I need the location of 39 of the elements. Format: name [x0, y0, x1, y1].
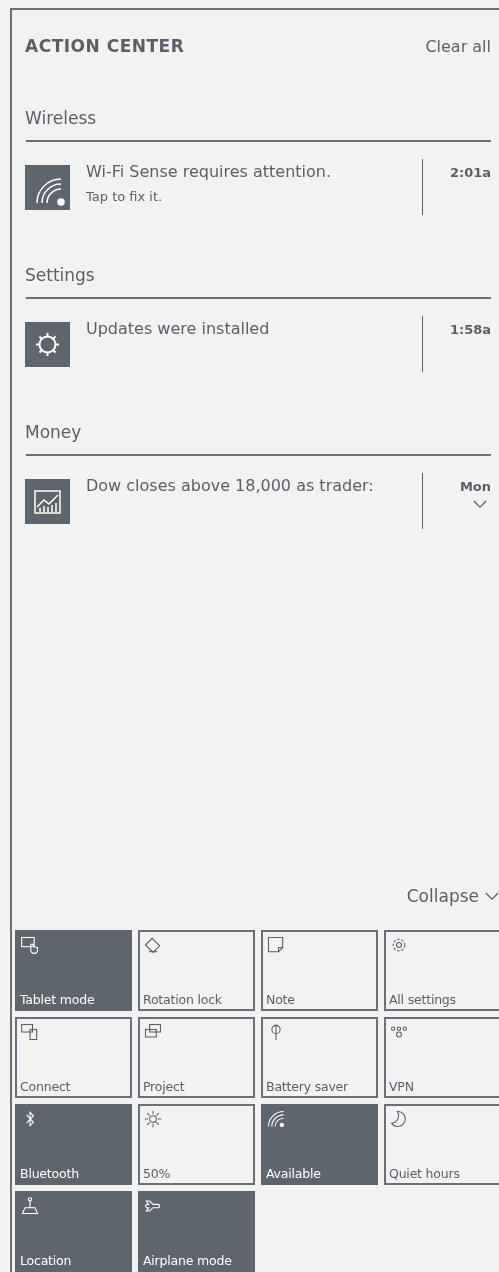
- chevron-down-icon[interactable]: [473, 500, 487, 509]
- location-icon: [20, 1196, 40, 1216]
- quick-action-tile[interactable]: Note: [261, 930, 378, 1011]
- quick-action-tile[interactable]: Available: [261, 1104, 378, 1185]
- notification-time: 2:01a: [449, 165, 491, 180]
- notification-title[interactable]: Dow closes above 18,000 as trader:: [86, 475, 416, 497]
- wifi-icon: [266, 1109, 286, 1129]
- note-icon: [266, 935, 286, 955]
- group-heading: Money: [25, 422, 83, 442]
- clear-all-link[interactable]: Clear all: [425, 37, 491, 56]
- quick-action-tile[interactable]: All settings: [384, 930, 499, 1011]
- moon-icon: [389, 1109, 409, 1129]
- app-gear-icon: [25, 322, 70, 367]
- quick-action-tile[interactable]: Connect: [15, 1017, 132, 1098]
- quick-action-tile[interactable]: 50%: [138, 1104, 255, 1185]
- quick-action-tile[interactable]: Battery saver: [261, 1017, 378, 1098]
- quick-action-tile[interactable]: VPN: [384, 1017, 499, 1098]
- chevron-down-icon: [485, 891, 499, 901]
- collapse-button[interactable]: Collapse: [406, 886, 499, 906]
- tablet-touch-icon: [20, 935, 40, 955]
- notification-title[interactable]: Wi-Fi Sense requires attention.: [86, 161, 416, 183]
- quick-action-tile[interactable]: Tablet mode: [15, 930, 132, 1011]
- quick-action-tile[interactable]: Airplane mode: [138, 1191, 255, 1272]
- group-heading: Settings: [25, 265, 96, 285]
- notification-title[interactable]: Updates were installed: [86, 318, 416, 340]
- app-chart-icon: [25, 479, 70, 524]
- group-heading: Wireless: [25, 108, 98, 128]
- app-wifi-icon: [25, 165, 70, 210]
- notification-body: Tap to fix it.: [86, 189, 164, 204]
- sun-icon: [143, 1109, 163, 1129]
- panel-title: ACTION CENTER: [25, 36, 185, 56]
- quick-action-tile[interactable]: Bluetooth: [15, 1104, 132, 1185]
- quick-action-tile[interactable]: Location: [15, 1191, 132, 1272]
- notification-time: 1:58a: [449, 322, 491, 337]
- quick-action-tile[interactable]: Quiet hours: [384, 1104, 499, 1185]
- devices-icon: [20, 1022, 40, 1042]
- quick-action-tile[interactable]: Rotation lock: [138, 930, 255, 1011]
- quick-action-tile[interactable]: Project: [138, 1017, 255, 1098]
- notification-time: Mon: [459, 479, 491, 494]
